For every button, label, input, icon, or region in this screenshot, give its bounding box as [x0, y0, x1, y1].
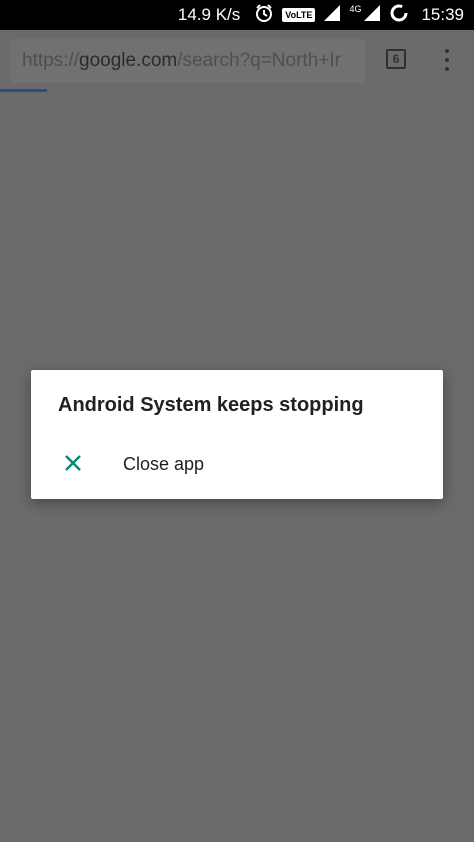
status-bar: 14.9 K/s VoLTE 4G 15:39 — [0, 0, 474, 30]
volte-badge: VoLTE — [282, 8, 316, 22]
url-domain: google.com — [79, 50, 178, 71]
progress-fill — [0, 89, 48, 92]
close-app-option[interactable]: Close app — [31, 440, 443, 488]
close-icon — [64, 454, 82, 472]
dialog-title: Android System keeps stopping — [58, 394, 364, 416]
signal-4g-icon — [363, 4, 381, 27]
crash-dialog: Android System keeps stopping Close app — [31, 370, 443, 499]
overflow-menu-icon[interactable] — [436, 47, 458, 73]
browser-toolbar: https://google.com/search?q=North+Ir 6 — [0, 30, 474, 91]
url-bar[interactable]: https://google.com/search?q=North+Ir — [10, 39, 365, 83]
signal-icon — [323, 4, 341, 27]
page-load-progress — [0, 89, 474, 92]
url-scheme: https:// — [22, 50, 80, 71]
clock: 15:39 — [421, 5, 464, 24]
alarm-icon — [254, 3, 274, 28]
network-type: 4G — [349, 4, 362, 14]
battery-icon — [389, 3, 409, 28]
url-path: /search?q=North+Ir — [177, 50, 341, 71]
tab-switcher-button[interactable]: 6 — [386, 49, 406, 69]
close-app-label: Close app — [123, 453, 205, 474]
network-speed: 14.9 K/s — [177, 5, 241, 24]
